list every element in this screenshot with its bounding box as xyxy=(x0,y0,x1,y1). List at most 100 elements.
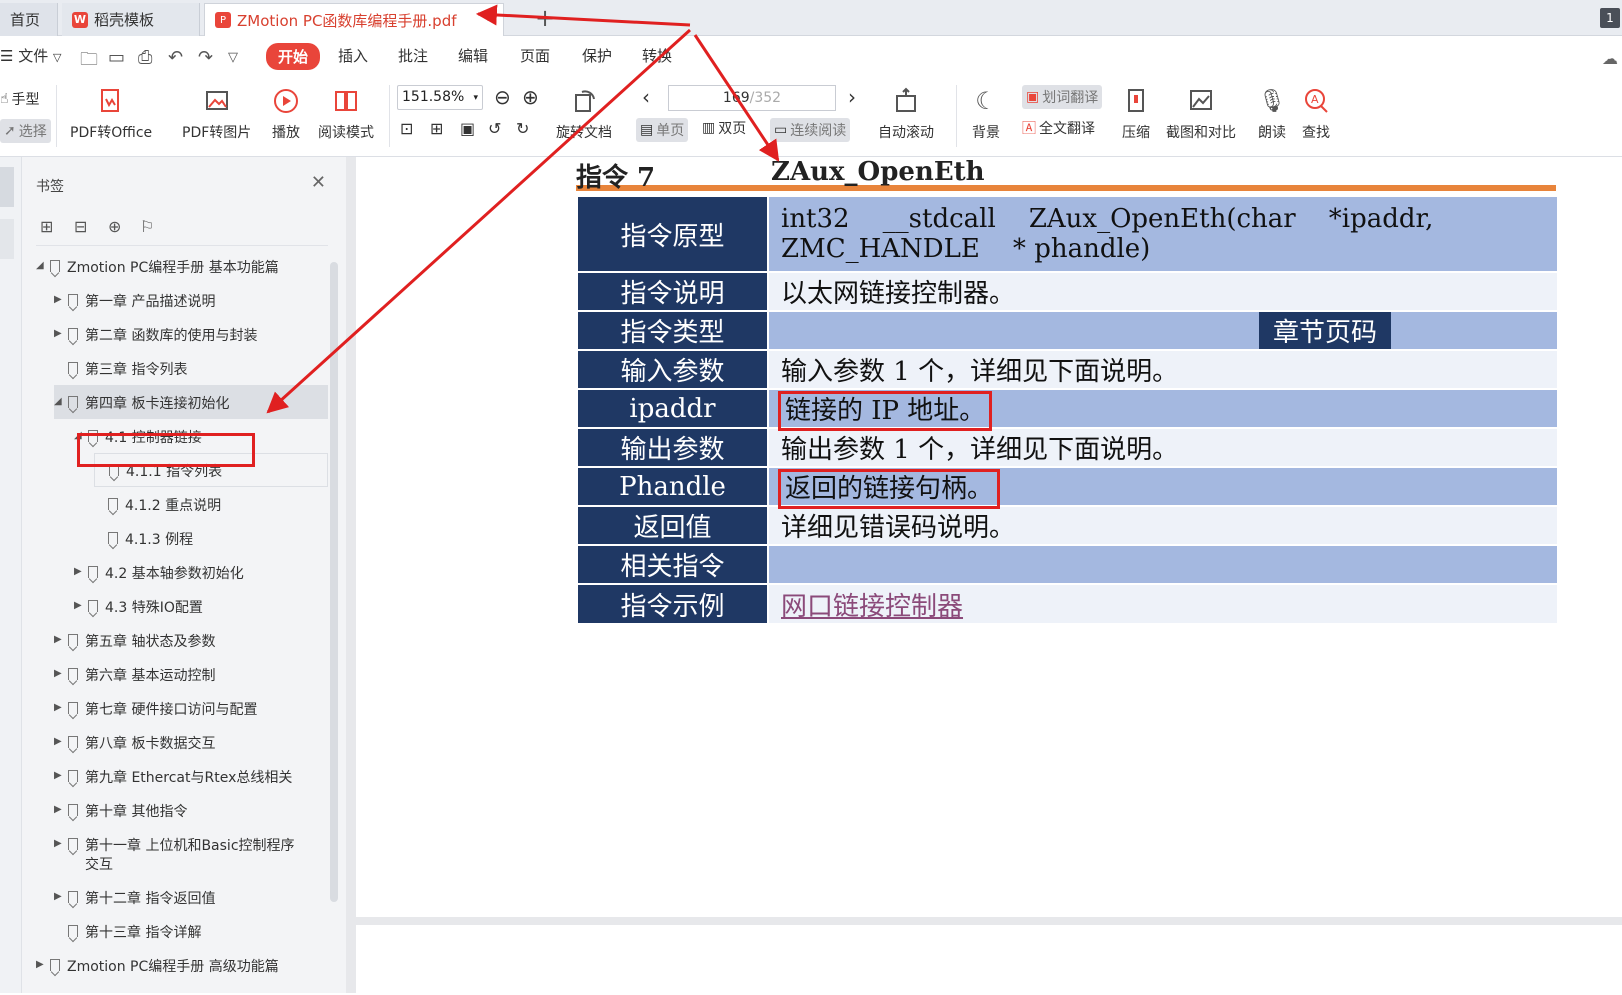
compress-button[interactable]: 压缩 xyxy=(1120,85,1152,142)
expand-all-icon[interactable]: ⊞ xyxy=(40,217,53,236)
bookmark-item[interactable]: ▶ 第五章 轴状态及参数 xyxy=(54,631,215,651)
undo-icon[interactable]: ↶ xyxy=(168,47,183,68)
menu-insert[interactable]: 插入 xyxy=(338,45,368,66)
bookmark-item[interactable]: ▶ 第二章 函数库的使用与封装 xyxy=(54,325,257,345)
bookmark-label: 第十二章 指令返回值 xyxy=(85,891,216,907)
double-page-toggle[interactable]: ▥ 双页 xyxy=(702,118,746,138)
menu-convert[interactable]: 转换 xyxy=(642,45,672,66)
collapse-arrow-icon[interactable]: ◢ xyxy=(54,393,66,407)
add-bookmark-icon[interactable]: ⊕ xyxy=(108,217,121,236)
page-number-input[interactable]: 169/352 xyxy=(668,85,836,111)
bookmark-item[interactable]: ▶ 4.2 基本轴参数初始化 xyxy=(74,563,244,583)
tab-home[interactable]: 首页 xyxy=(0,3,58,36)
read-aloud-button[interactable]: 🎙 朗读 xyxy=(1256,85,1288,142)
menu-annotate[interactable]: 批注 xyxy=(398,45,428,66)
pdf-to-image-button[interactable]: PDF转图片 xyxy=(182,85,251,142)
open-folder-icon[interactable]: 🗀 xyxy=(80,47,98,77)
table-row: 相关指令 xyxy=(576,544,1559,585)
close-icon[interactable]: ✕ xyxy=(311,172,326,193)
redo-icon[interactable]: ↷ xyxy=(198,47,213,68)
tab-template[interactable]: W 稻壳模板 xyxy=(62,3,200,36)
example-link[interactable]: 网口链接控制器 xyxy=(781,592,963,622)
fit-page-icon[interactable]: ⊞ xyxy=(430,119,443,138)
single-page-toggle[interactable]: ▤ 单页 xyxy=(636,118,689,142)
cloud-icon[interactable]: ☁ xyxy=(1602,49,1618,68)
bookmark-item[interactable]: 4.1.3 例程 xyxy=(94,529,193,549)
actual-size-icon[interactable]: ⊡ xyxy=(400,119,413,138)
menu-start[interactable]: 开始 xyxy=(266,43,321,70)
menu-protect[interactable]: 保护 xyxy=(582,45,612,66)
expand-arrow-icon[interactable]: ▶ xyxy=(54,835,66,849)
full-translate-button[interactable]: 🄰 全文翻译 xyxy=(1022,118,1095,138)
expand-arrow-icon[interactable]: ▶ xyxy=(54,631,66,645)
expand-arrow-icon[interactable]: ▶ xyxy=(74,563,86,577)
expand-arrow-icon[interactable]: ▶ xyxy=(36,956,48,970)
pdf-to-office-button[interactable]: PDF转Office xyxy=(70,85,152,142)
expand-arrow-icon[interactable]: ▶ xyxy=(54,291,66,305)
menu-page[interactable]: 页面 xyxy=(520,45,550,66)
expand-arrow-icon[interactable]: ▶ xyxy=(54,767,66,781)
bookmark-item[interactable]: ▶ 第十二章 指令返回值 xyxy=(54,888,215,908)
zoom-in-icon[interactable]: ⊕ xyxy=(522,85,539,109)
menu-edit[interactable]: 编辑 xyxy=(458,45,488,66)
rotate-document-button[interactable]: 旋转文档 xyxy=(556,85,612,142)
bookmark-item[interactable]: ▶ Zmotion PC编程手册 高级功能篇 xyxy=(36,956,279,976)
read-mode-button[interactable]: 阅读模式 xyxy=(318,85,374,142)
fit-width-icon[interactable]: ▣ xyxy=(460,119,475,138)
bookmark-item[interactable]: ◢ Zmotion PC编程手册 基本功能篇 xyxy=(36,257,279,277)
expand-arrow-icon[interactable]: ▶ xyxy=(54,699,66,713)
bookmark-item[interactable]: 4.1.2 重点说明 xyxy=(94,495,221,515)
word-translate-toggle[interactable]: ▣ 划词翻译 xyxy=(1022,85,1103,109)
screenshot-compare-button[interactable]: 截图和对比 xyxy=(1166,85,1236,142)
bookmark-item-selected[interactable]: ◢ 第四章 板卡连接初始化 xyxy=(54,385,328,419)
quick-access-more-icon[interactable]: ▽ xyxy=(228,50,238,65)
bookmark-rail-tab[interactable] xyxy=(0,167,14,207)
bookmark-item[interactable]: ▶ 第十章 其他指令 xyxy=(54,801,187,821)
select-tool[interactable]: ➚ 选择 xyxy=(0,119,51,143)
close-tab-icon[interactable]: ✕ xyxy=(485,10,497,26)
bookmark-item[interactable]: ▶ 第一章 产品描述说明 xyxy=(54,291,215,311)
continuous-read-toggle[interactable]: ▭ 连续阅读 xyxy=(770,118,851,142)
bookmark-item[interactable]: ▶ 第六章 基本运动控制 xyxy=(54,665,215,685)
window-count-badge[interactable]: 1 xyxy=(1600,8,1620,28)
expand-arrow-icon[interactable]: ▶ xyxy=(54,801,66,815)
new-tab-icon[interactable]: + xyxy=(535,4,555,32)
tab-document[interactable]: P ZMotion PC函数库编程手册.pdf ✕ xyxy=(204,3,504,36)
expand-arrow-icon[interactable]: ▶ xyxy=(54,888,66,902)
zoom-out-icon[interactable]: ⊖ xyxy=(494,85,511,109)
row-label: 指令类型 xyxy=(576,310,769,351)
bookmark-item[interactable]: 第十三章 指令详解 xyxy=(54,922,201,942)
bookmark-item[interactable]: ▶ 第十一章 上位机和Basic控制程序 xyxy=(54,835,295,855)
hand-tool[interactable]: ☝ 手型 xyxy=(0,89,40,109)
expand-arrow-icon[interactable]: ▶ xyxy=(74,597,86,611)
collapse-all-icon[interactable]: ⊟ xyxy=(74,217,87,236)
expand-arrow-icon[interactable]: ▶ xyxy=(54,325,66,339)
thumbnail-rail-tab[interactable] xyxy=(0,219,14,259)
auto-scroll-button[interactable]: 自动滚动 xyxy=(878,85,934,142)
expand-arrow-icon[interactable]: ▶ xyxy=(54,733,66,747)
bookmark-item[interactable]: ▶ 4.3 特殊IO配置 xyxy=(74,597,203,617)
bookmark-scrollbar[interactable] xyxy=(330,262,338,902)
document-viewport[interactable]: 指令 7 ZAux_OpenEth 指令原型 int32 __stdcall Z… xyxy=(346,157,1622,995)
play-button[interactable]: 播放 xyxy=(270,85,302,142)
zoom-select[interactable]: 151.58% ▾ xyxy=(397,85,483,110)
file-menu[interactable]: ☰ 文件 ▽ xyxy=(0,45,62,66)
prev-page-icon[interactable]: ‹ xyxy=(642,85,650,109)
chapter-page-tag[interactable]: 章节页码 xyxy=(1259,312,1392,349)
rotate-right-icon[interactable]: ↻ xyxy=(516,119,529,138)
annotation-highlight-box xyxy=(77,433,255,467)
rotate-left-icon[interactable]: ↺ xyxy=(488,119,501,138)
background-button[interactable]: ☾ 背景 xyxy=(970,85,1002,142)
bookmark-icon[interactable]: ⚐ xyxy=(140,217,154,236)
next-page-icon[interactable]: › xyxy=(848,85,856,109)
print-icon[interactable]: ⎙ xyxy=(138,47,152,68)
find-button[interactable]: A 查找 xyxy=(1300,85,1332,142)
expand-arrow-icon[interactable]: ▶ xyxy=(54,665,66,679)
collapse-arrow-icon[interactable]: ◢ xyxy=(36,257,48,271)
bookmark-item[interactable]: ▶ 第七章 硬件接口访问与配置 xyxy=(54,699,257,719)
bookmark-item[interactable]: 第三章 指令列表 xyxy=(54,359,187,379)
bookmark-item[interactable]: ▶ 第九章 Ethercat与Rtex总线相关 xyxy=(54,767,292,787)
bookmark-item-continuation[interactable]: 交互 xyxy=(85,854,113,874)
bookmark-item[interactable]: ▶ 第八章 板卡数据交互 xyxy=(54,733,215,753)
save-icon[interactable]: ▭ xyxy=(108,47,125,68)
